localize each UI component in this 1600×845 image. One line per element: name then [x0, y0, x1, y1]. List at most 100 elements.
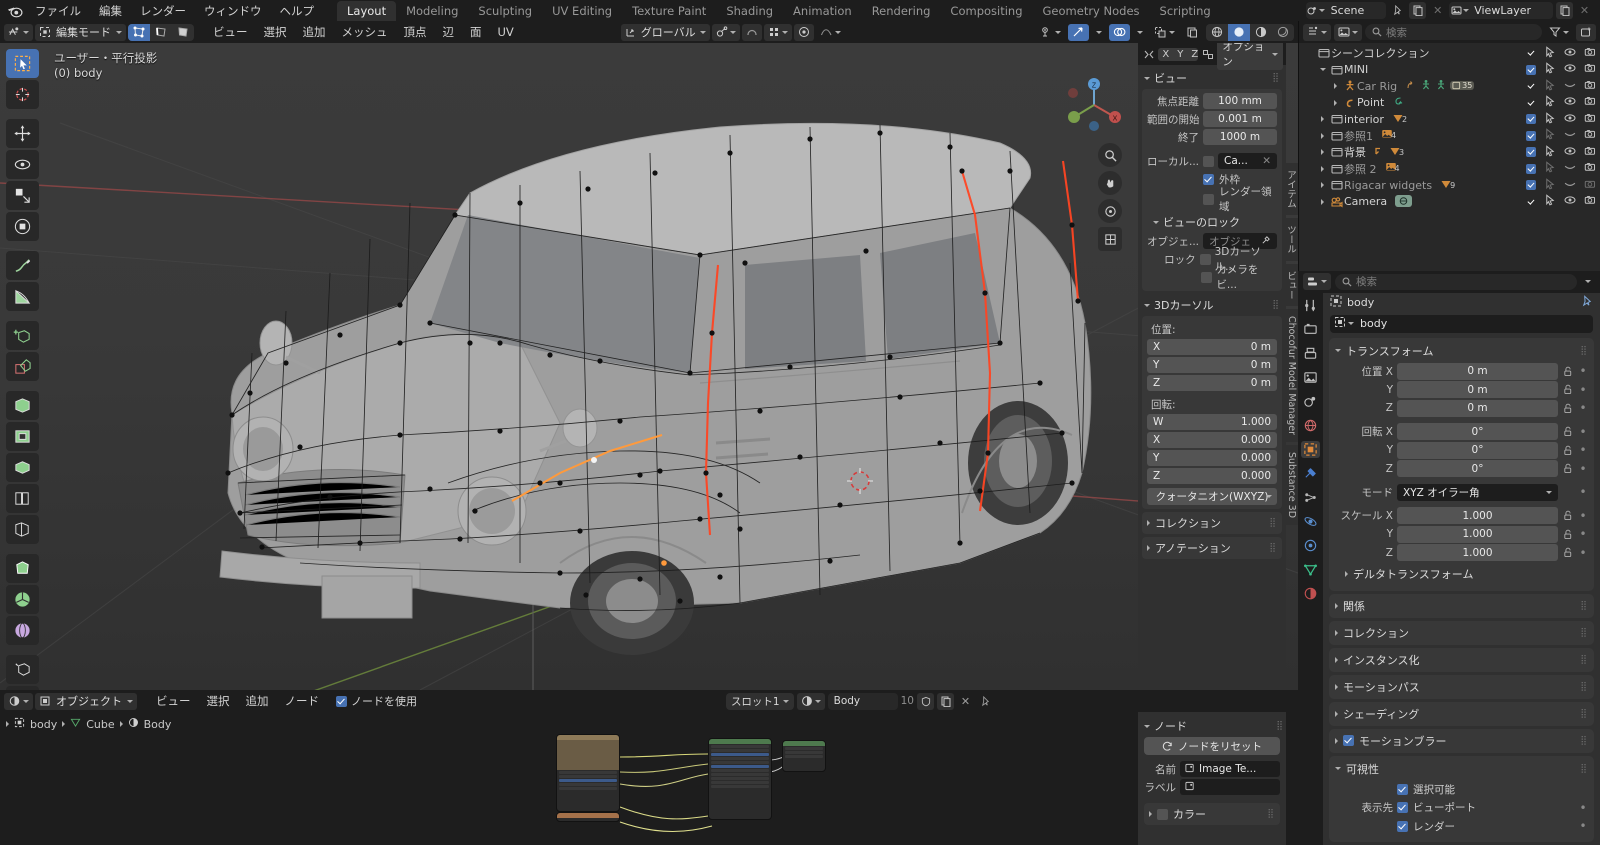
- disable-in-render-icon[interactable]: [1584, 46, 1596, 61]
- toggle-xray-button[interactable]: [1182, 24, 1203, 41]
- selectable-checkbox[interactable]: [1397, 784, 1408, 795]
- npanel-cursor-header[interactable]: 3Dカーソル ⣿: [1142, 294, 1282, 316]
- animate-viewport-visibility-icon[interactable]: •: [1578, 804, 1588, 812]
- rotation-mode-dropdown[interactable]: XYZ オイラー角: [1397, 484, 1558, 501]
- panel-relations[interactable]: 関係 ⣿: [1329, 594, 1594, 618]
- exclude-checkbox[interactable]: [1526, 81, 1536, 91]
- xray-toggle[interactable]: [1150, 24, 1179, 41]
- animate-rotation-z-icon[interactable]: •: [1578, 465, 1588, 473]
- badge-image4-icon[interactable]: 4: [1381, 128, 1396, 143]
- expand-toggle-icon[interactable]: [1316, 182, 1329, 188]
- badge-mesh9-icon[interactable]: 9: [1440, 178, 1455, 193]
- lock-rotation-x-icon[interactable]: [1562, 426, 1574, 437]
- node-material-output[interactable]: [782, 740, 826, 772]
- menu-help[interactable]: ヘルプ: [271, 1, 324, 21]
- scale-z-field[interactable]: 1.000: [1397, 544, 1558, 561]
- location-y-field[interactable]: 0 m: [1397, 381, 1558, 398]
- tool-shrink-fatten[interactable]: [6, 616, 39, 645]
- npanel-tab-substance[interactable]: Substance 3D: [1285, 445, 1298, 525]
- tab-rendering[interactable]: Rendering: [862, 1, 941, 21]
- material-browse-button[interactable]: [797, 693, 825, 710]
- tab-texture-paint[interactable]: Texture Paint: [622, 1, 716, 21]
- pin-node-tree-icon[interactable]: [977, 693, 994, 710]
- expand-toggle-icon[interactable]: [1316, 116, 1329, 122]
- new-material-icon[interactable]: [937, 693, 954, 710]
- viewport-menu-view[interactable]: ビュー: [206, 22, 255, 42]
- tool-bevel[interactable]: [6, 422, 39, 451]
- frame-checkbox[interactable]: [1203, 174, 1214, 185]
- selectable-toggle-icon[interactable]: [1544, 194, 1556, 209]
- outliner-row-参照-2[interactable]: 参照 24: [1299, 161, 1600, 178]
- use-nodes-toggle[interactable]: ノードを使用: [336, 693, 417, 709]
- outliner-editor-type-button[interactable]: [1303, 24, 1331, 41]
- gizmo-toggle[interactable]: [1068, 24, 1089, 41]
- badge-pose-icon[interactable]: [1420, 79, 1432, 94]
- properties-editor-type-button[interactable]: [1303, 273, 1331, 290]
- use-nodes-checkbox[interactable]: [336, 696, 347, 707]
- animate-scale-y-icon[interactable]: •: [1578, 530, 1588, 538]
- tab-uv-editing[interactable]: UV Editing: [542, 1, 622, 21]
- hide-in-viewport-icon[interactable]: [1564, 194, 1576, 209]
- proportional-edit-toggle[interactable]: [742, 24, 762, 41]
- disable-in-render-icon[interactable]: [1584, 194, 1596, 209]
- npanel-tab-chocofur[interactable]: Chocofur Model Manager: [1285, 309, 1298, 442]
- outliner-row-label[interactable]: MINI: [1344, 63, 1368, 76]
- outliner-row-camera[interactable]: Camera: [1299, 194, 1600, 211]
- exclude-checkbox[interactable]: [1526, 98, 1536, 108]
- material-preview-shading-icon[interactable]: [1250, 24, 1272, 41]
- transform-orientation-selector[interactable]: グローバル: [621, 24, 710, 41]
- outliner-row-label[interactable]: 参照1: [1344, 128, 1373, 144]
- camera-view-icon[interactable]: [1098, 199, 1122, 223]
- tab-view-layer[interactable]: [1301, 369, 1320, 386]
- gizmo-dropdown[interactable]: [1092, 24, 1106, 41]
- cursor-location-x[interactable]: X 0 m: [1147, 339, 1277, 355]
- render-region-checkbox[interactable]: [1203, 194, 1214, 205]
- tab-scripting[interactable]: Scripting: [1150, 1, 1221, 21]
- animate-location-z-icon[interactable]: •: [1578, 404, 1588, 412]
- vertex-select-mode-icon[interactable]: [128, 24, 150, 41]
- badge-mesh3-icon[interactable]: 3: [1389, 145, 1404, 160]
- disable-in-render-icon[interactable]: [1584, 62, 1596, 77]
- local-camera-field[interactable]: Ca... ✕: [1218, 153, 1277, 169]
- exclude-checkbox[interactable]: [1526, 114, 1536, 124]
- tab-particles[interactable]: [1301, 489, 1320, 506]
- viewport-menu-select[interactable]: 選択: [257, 22, 294, 42]
- breadcrumb-mesh[interactable]: Cube: [86, 718, 114, 731]
- tab-material[interactable]: [1301, 585, 1320, 602]
- location-x-field[interactable]: 0 m: [1397, 363, 1558, 380]
- tab-geometry-nodes[interactable]: Geometry Nodes: [1033, 1, 1150, 21]
- selectable-toggle-icon[interactable]: [1544, 46, 1556, 61]
- expand-toggle-icon[interactable]: [1329, 100, 1342, 106]
- expand-toggle-icon[interactable]: [1316, 133, 1329, 139]
- hide-in-viewport-icon[interactable]: [1564, 46, 1576, 61]
- npanel-tab-item[interactable]: アイテム: [1285, 163, 1298, 215]
- visibility-selector[interactable]: [1036, 24, 1065, 41]
- tool-add-cube[interactable]: [6, 321, 39, 350]
- cursor-rotation-y[interactable]: Y 0.000: [1147, 450, 1277, 466]
- lock-location-x-icon[interactable]: [1562, 366, 1574, 377]
- delta-transform-subpanel[interactable]: デルタトランスフォーム: [1335, 563, 1588, 585]
- badge-pose-icon[interactable]: [1435, 79, 1447, 94]
- exclude-checkbox[interactable]: [1526, 197, 1536, 207]
- node-editor-type-button[interactable]: [4, 693, 33, 710]
- hide-in-viewport-icon[interactable]: [1564, 128, 1576, 143]
- outliner-new-collection-icon[interactable]: [1576, 24, 1596, 41]
- properties-options-icon[interactable]: [1581, 273, 1595, 290]
- menu-window[interactable]: ウィンドウ: [195, 1, 271, 21]
- viewlayer-selector[interactable]: ViewLayer: [1449, 2, 1553, 19]
- mirror-y[interactable]: Y: [1173, 48, 1187, 61]
- object-name-field[interactable]: body: [1356, 317, 1589, 330]
- disable-in-render-icon[interactable]: [1584, 112, 1596, 127]
- overlays-toggle[interactable]: [1109, 24, 1130, 41]
- outliner-row-背景[interactable]: 背景3: [1299, 144, 1600, 161]
- viewport-menu-face[interactable]: 面: [463, 22, 489, 42]
- outliner-filter-icon[interactable]: [1545, 24, 1573, 41]
- pivot-point-selector[interactable]: [794, 24, 814, 41]
- rotation-z-field[interactable]: 0°: [1397, 460, 1558, 477]
- mode-selector[interactable]: 編集モード: [35, 24, 126, 41]
- tab-tool[interactable]: [1301, 297, 1320, 314]
- outliner-row-参照1[interactable]: 参照1 4: [1299, 128, 1600, 145]
- hide-in-viewport-icon[interactable]: [1564, 112, 1576, 127]
- badge-lib35-icon[interactable]: 35: [1450, 80, 1474, 93]
- tool-knife[interactable]: [6, 484, 39, 513]
